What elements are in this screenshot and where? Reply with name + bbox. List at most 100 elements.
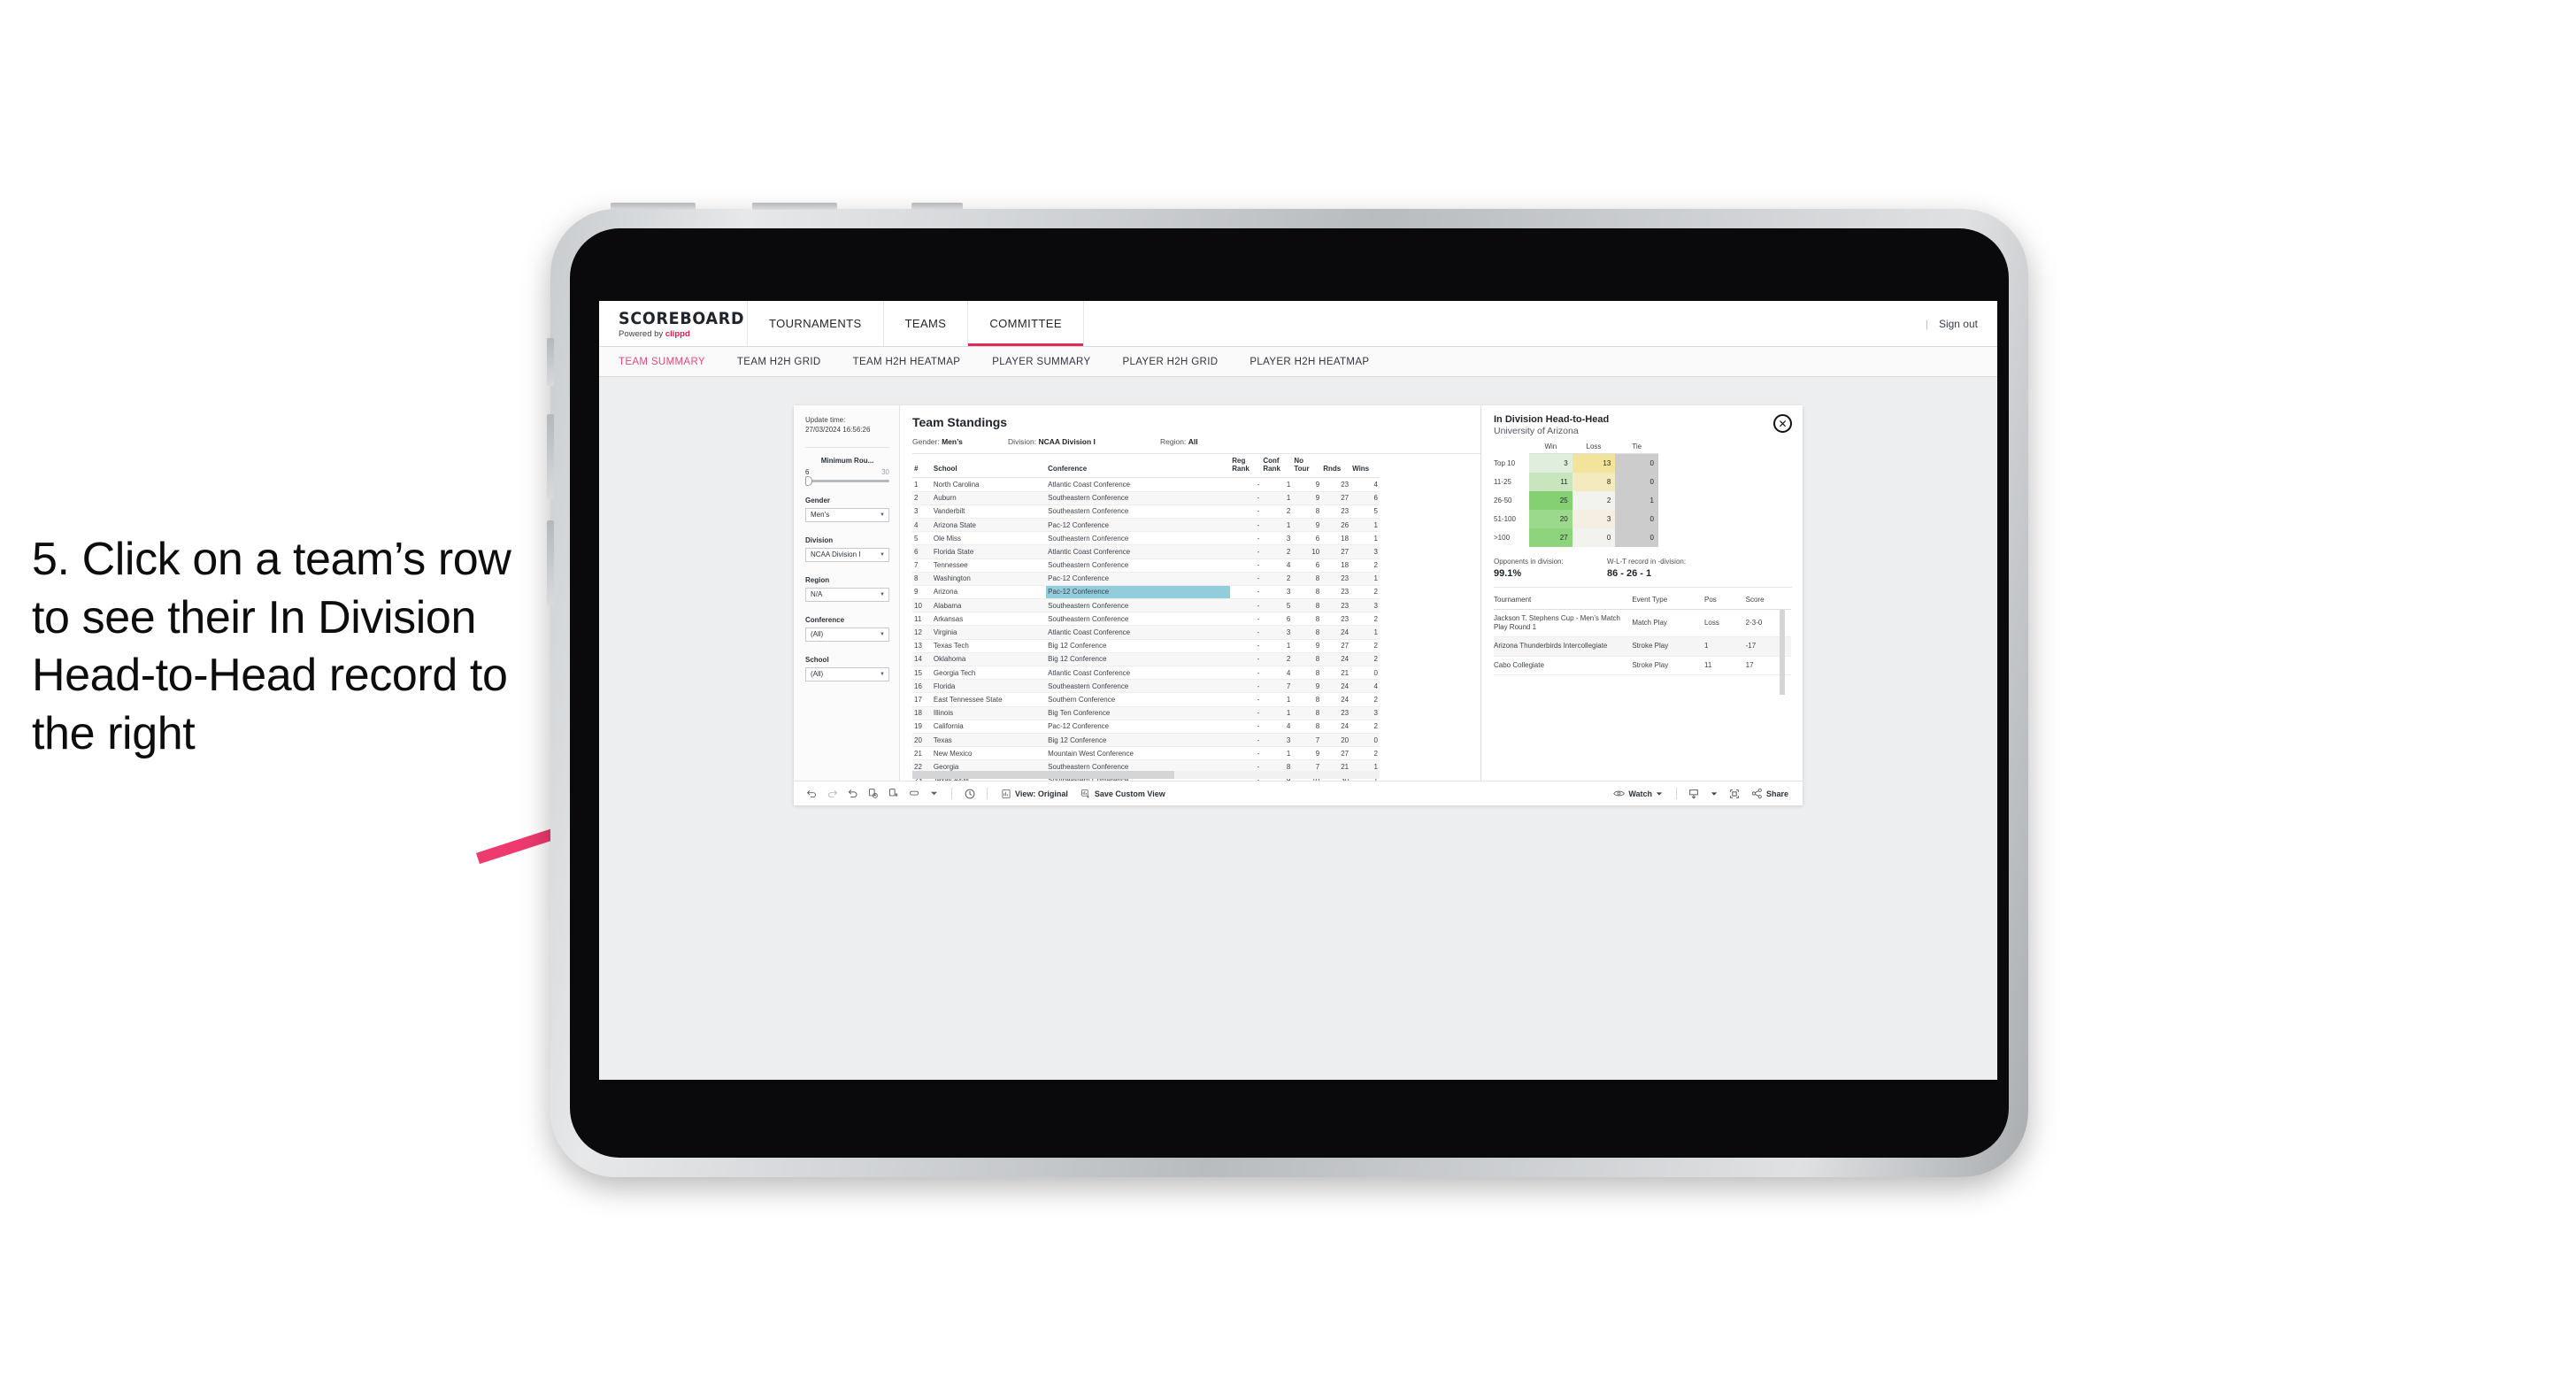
slider-handle[interactable] bbox=[805, 475, 812, 486]
matrix-cell-tie[interactable]: 0 bbox=[1615, 527, 1658, 547]
device-button-side-1 bbox=[547, 338, 554, 386]
table-row[interactable]: 4 Arizona State Pac-12 Conference -1 9 26 1 bbox=[912, 518, 1380, 533]
save-custom-view-button[interactable]: Save Custom View bbox=[1075, 789, 1171, 799]
event-row[interactable]: Arizona Thunderbirds Intercollegiate Stro… bbox=[1494, 636, 1791, 657]
tab-team-h2h-heatmap[interactable]: TEAM H2H HEATMAP bbox=[853, 357, 979, 367]
col-pos[interactable]: Pos bbox=[1703, 595, 1746, 610]
matrix-cell-win[interactable]: 25 bbox=[1529, 490, 1573, 510]
col-conference[interactable]: Conference bbox=[1046, 454, 1231, 479]
table-row[interactable]: 20 Texas Big 12 Conference -3 7 20 0 bbox=[912, 733, 1380, 748]
nav-item-committee[interactable]: COMMITTEE bbox=[968, 301, 1084, 346]
event-row[interactable]: Jackson T. Stephens Cup - Men’s Match Pl… bbox=[1494, 609, 1791, 638]
region-select[interactable]: N/A ▼ bbox=[805, 587, 889, 602]
gender-select[interactable]: Men’s ▼ bbox=[805, 507, 889, 522]
tab-player-h2h-heatmap[interactable]: PLAYER H2H HEATMAP bbox=[1250, 357, 1387, 367]
table-row[interactable]: 13 Texas Tech Big 12 Conference -1 9 27 2 bbox=[912, 639, 1380, 653]
col-wins[interactable]: Wins bbox=[1350, 454, 1380, 479]
tab-player-h2h-grid[interactable]: PLAYER H2H GRID bbox=[1122, 357, 1235, 367]
matrix-cell-win[interactable]: 11 bbox=[1529, 472, 1573, 491]
chevron-down-icon[interactable] bbox=[1705, 784, 1724, 803]
tab-player-summary[interactable]: PLAYER SUMMARY bbox=[992, 357, 1108, 367]
table-row[interactable]: 11 Arkansas Southeastern Conference -6 8 23 2 bbox=[912, 612, 1380, 627]
matrix-cell-loss[interactable]: 0 bbox=[1572, 527, 1616, 547]
matrix-cell-loss[interactable]: 8 bbox=[1572, 472, 1616, 491]
download-icon[interactable] bbox=[1685, 784, 1703, 803]
table-row[interactable]: 16 Florida Southeastern Conference -7 9 24 4 bbox=[912, 679, 1380, 694]
table-row[interactable]: 2 Auburn Southeastern Conference -1 9 27 6 bbox=[912, 491, 1380, 505]
chevron-down-icon[interactable] bbox=[925, 784, 943, 803]
matrix-cell-loss[interactable]: 3 bbox=[1572, 509, 1616, 528]
filter-divider bbox=[805, 446, 889, 448]
brand-logo[interactable]: SCOREBOARD Powered by clippd bbox=[599, 301, 748, 346]
matrix-cell-win[interactable]: 20 bbox=[1529, 509, 1573, 528]
table-row[interactable]: 8 Washington Pac-12 Conference -2 8 23 1 bbox=[912, 572, 1380, 586]
matrix-cell-loss[interactable]: 13 bbox=[1572, 453, 1616, 473]
table-row[interactable]: 15 Georgia Tech Atlantic Coast Conference -… bbox=[912, 666, 1380, 681]
watch-button[interactable]: Watch bbox=[1608, 789, 1668, 798]
col-conf-rank[interactable]: Conf Rank bbox=[1261, 454, 1293, 479]
col-score[interactable]: Score bbox=[1745, 595, 1791, 610]
close-icon[interactable]: ✕ bbox=[1773, 414, 1792, 433]
table-row[interactable]: 9 Arizona Pac-12 Conference -3 8 23 2 bbox=[912, 585, 1380, 600]
h2h-events-wrapper[interactable]: Tournament Event Type Pos Score Jackson … bbox=[1494, 595, 1792, 782]
cell-conf-rank: 1 bbox=[1261, 639, 1293, 653]
minimum-rounds-slider[interactable] bbox=[805, 475, 889, 486]
horizontal-scrollbar[interactable] bbox=[912, 771, 1380, 779]
cell-reg-rank: - bbox=[1230, 598, 1262, 613]
view-original-button[interactable]: View: Original bbox=[996, 789, 1073, 799]
table-row[interactable]: 17 East Tennessee State Southern Conferenc… bbox=[912, 692, 1380, 707]
cell-wins: 2 bbox=[1350, 612, 1380, 627]
col-no-tour[interactable]: No Tour bbox=[1292, 454, 1322, 479]
table-row[interactable]: 18 Illinois Big Ten Conference -1 8 23 3 bbox=[912, 706, 1380, 720]
table-row[interactable]: 7 Tennessee Southeastern Conference -4 6 18 2 bbox=[912, 558, 1380, 573]
col-reg-rank[interactable]: Reg Rank bbox=[1230, 454, 1262, 479]
table-row[interactable]: 6 Florida State Atlantic Coast Conference -… bbox=[912, 544, 1380, 559]
sign-out-link[interactable]: Sign out bbox=[1939, 318, 1978, 330]
table-row[interactable]: 19 California Pac-12 Conference -4 8 24 2 bbox=[912, 720, 1380, 734]
col-school[interactable]: School bbox=[931, 454, 1047, 479]
matrix-cell-tie[interactable]: 1 bbox=[1615, 490, 1658, 510]
table-row[interactable]: 3 Vanderbilt Southeastern Conference -2 8 23 5 bbox=[912, 504, 1380, 519]
redo-icon[interactable] bbox=[823, 784, 842, 803]
pause-auto-update-icon[interactable] bbox=[960, 784, 979, 803]
table-row[interactable]: 21 New Mexico Mountain West Conference -1 9 2… bbox=[912, 746, 1380, 761]
nav-item-teams[interactable]: TEAMS bbox=[884, 301, 969, 346]
share-button[interactable]: Share bbox=[1746, 788, 1794, 799]
fullscreen-icon[interactable] bbox=[1726, 784, 1744, 803]
col-event-type[interactable]: Event Type bbox=[1632, 595, 1704, 610]
matrix-cell-win[interactable]: 3 bbox=[1529, 453, 1573, 473]
undo-icon[interactable] bbox=[803, 784, 821, 803]
tab-team-h2h-grid[interactable]: TEAM H2H GRID bbox=[737, 357, 839, 367]
matrix-cell-loss[interactable]: 2 bbox=[1572, 490, 1616, 510]
table-row[interactable]: 5 Ole Miss Southeastern Conference -3 6 18 1 bbox=[912, 531, 1380, 546]
table-row[interactable]: 12 Virginia Atlantic Coast Conference -3 8 24… bbox=[912, 625, 1380, 640]
table-row[interactable]: 14 Oklahoma Big 12 Conference -2 8 24 2 bbox=[912, 652, 1380, 667]
nav-item-tournaments[interactable]: TOURNAMENTS bbox=[748, 301, 884, 346]
toolbar-divider-3 bbox=[1675, 788, 1677, 799]
matrix-cell-win[interactable]: 27 bbox=[1529, 527, 1573, 547]
shape-icon[interactable] bbox=[904, 784, 923, 803]
event-row[interactable]: Cabo Collegiate Stroke Play 11 17 bbox=[1494, 656, 1791, 676]
matrix-cell-tie[interactable]: 0 bbox=[1615, 509, 1658, 528]
table-row[interactable]: 1 North Carolina Atlantic Coast Conference… bbox=[912, 477, 1380, 492]
tab-team-summary[interactable]: TEAM SUMMARY bbox=[619, 357, 723, 367]
col-rank[interactable]: # bbox=[912, 454, 932, 479]
matrix-cell-tie[interactable]: 0 bbox=[1615, 453, 1658, 473]
table-row[interactable]: 10 Alabama Southeastern Conference -5 8 23 3 bbox=[912, 598, 1380, 613]
col-rnds[interactable]: Rnds bbox=[1321, 454, 1351, 479]
division-select[interactable]: NCAA Division I ▼ bbox=[805, 547, 889, 562]
matrix-cell-tie[interactable]: 0 bbox=[1615, 472, 1658, 491]
cell-wins: 0 bbox=[1350, 733, 1380, 748]
conference-select[interactable]: (All) ▼ bbox=[805, 627, 889, 642]
col-tournament[interactable]: Tournament bbox=[1494, 595, 1633, 610]
vertical-scrollbar[interactable] bbox=[1780, 609, 1785, 695]
scrollbar-thumb[interactable] bbox=[912, 771, 1174, 779]
standings-table-wrapper[interactable]: # School Conference Reg Rank Conf Rank No T… bbox=[900, 454, 1480, 781]
bottom-toolbar: View: Original Save Custom View Watch Sh… bbox=[794, 781, 1803, 805]
h2h-title: In Division Head-to-Head bbox=[1494, 414, 1610, 425]
cell-wins: 1 bbox=[1350, 572, 1380, 586]
refresh-data-icon[interactable] bbox=[864, 784, 882, 803]
pause-data-icon[interactable] bbox=[884, 784, 903, 803]
school-select[interactable]: (All) ▼ bbox=[805, 666, 889, 681]
revert-icon[interactable] bbox=[843, 784, 862, 803]
